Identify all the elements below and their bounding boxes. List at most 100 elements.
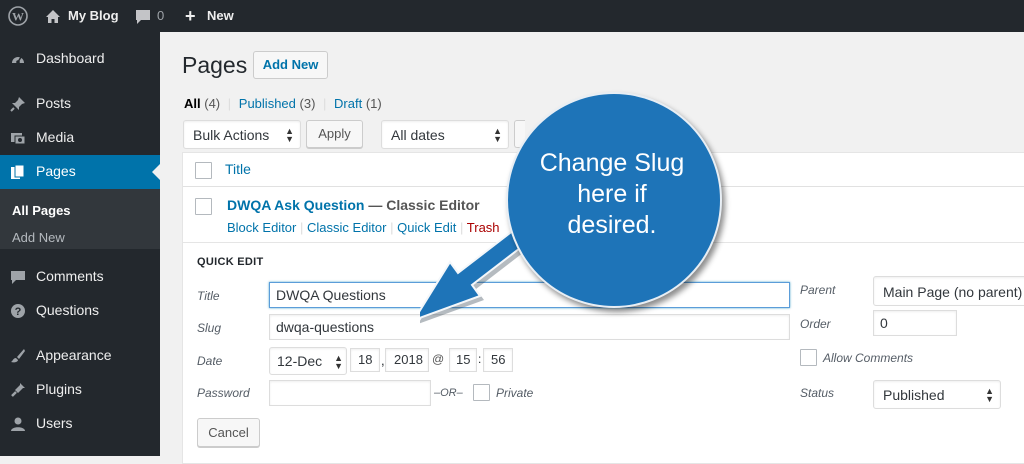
page-title: Pages xyxy=(182,52,248,78)
sidebar-item-plugins[interactable]: Plugins xyxy=(0,373,160,407)
order-value: 0 xyxy=(880,315,888,331)
apply-button[interactable]: Apply xyxy=(306,120,363,148)
action-separator: | xyxy=(300,220,304,235)
callout-text: Change Slug here if desired. xyxy=(506,148,718,241)
sidebar-item-media[interactable]: Media xyxy=(0,121,160,155)
quick-edit-heading: QUICK EDIT xyxy=(197,256,264,268)
password-label: Password xyxy=(197,386,250,400)
svg-text:W: W xyxy=(12,10,24,24)
status-value: Published xyxy=(883,387,945,403)
time-colon: : xyxy=(478,352,482,366)
bulk-actions-select[interactable]: Bulk Actions ▲ ▼ xyxy=(183,120,301,149)
slug-input-value: dwqa-questions xyxy=(276,319,375,335)
column-title-sort-link[interactable]: Title xyxy=(225,161,251,177)
allow-comments-checkbox[interactable] xyxy=(800,349,817,366)
status-label: Status xyxy=(800,386,835,400)
block-editor-link[interactable]: Block Editor xyxy=(227,220,296,235)
callout-line: desired. xyxy=(567,211,657,239)
order-input[interactable]: 0 xyxy=(873,310,957,336)
wordpress-logo-icon[interactable]: W xyxy=(8,0,28,32)
sidebar-item-pages[interactable]: Pages xyxy=(0,155,160,189)
parent-label: Parent xyxy=(800,283,836,297)
status-filter-links: All (4) | Published (3) | Draft (1) xyxy=(184,96,382,111)
allow-comments-label: Allow Comments xyxy=(823,351,914,365)
year-value: 2018 xyxy=(394,352,423,367)
home-icon[interactable] xyxy=(45,0,61,32)
row-checkbox[interactable] xyxy=(195,198,212,215)
day-input[interactable]: 18 xyxy=(350,348,380,372)
date-label: Date xyxy=(197,354,223,368)
minute-value: 56 xyxy=(491,352,506,367)
filter-separator: | xyxy=(323,96,327,111)
comment-bubble-icon xyxy=(10,269,26,285)
page-title-link[interactable]: DWQA Ask Question xyxy=(227,197,364,213)
paintbrush-icon xyxy=(10,348,26,364)
select-arrows-icon: ▲ ▼ xyxy=(285,126,294,144)
action-separator: | xyxy=(390,220,394,235)
sidebar-item-users[interactable]: Users xyxy=(0,407,160,441)
sidebar-item-appearance[interactable]: Appearance xyxy=(0,339,160,373)
date-filter-select[interactable]: All dates ▲ ▼ xyxy=(381,120,509,149)
password-input[interactable] xyxy=(269,380,431,406)
filter-separator: | xyxy=(227,96,232,111)
comments-count[interactable]: 0 xyxy=(157,0,164,32)
sidebar-item-questions[interactable]: ? Questions xyxy=(0,294,160,328)
sidebar-item-label: Appearance xyxy=(36,347,112,363)
select-all-checkbox[interactable] xyxy=(195,162,212,179)
status-select[interactable]: Published ▲ ▼ xyxy=(873,380,1001,409)
plug-icon xyxy=(10,382,26,398)
select-arrows-icon: ▲ ▼ xyxy=(334,353,343,371)
dashboard-gauge-icon xyxy=(10,51,26,67)
site-name-link[interactable]: My Blog xyxy=(68,0,119,32)
admin-bar: W My Blog 0 + New xyxy=(0,0,1024,32)
classic-editor-link[interactable]: Classic Editor xyxy=(307,220,386,235)
order-label: Order xyxy=(800,317,831,331)
parent-select[interactable]: Main Page (no parent) xyxy=(873,276,1024,306)
minute-input[interactable]: 56 xyxy=(483,348,513,372)
filter-all[interactable]: All xyxy=(184,96,201,111)
sidebar-item-label: Media xyxy=(36,129,75,145)
plus-icon[interactable]: + xyxy=(185,0,196,32)
sidebar-item-label: Plugins xyxy=(36,381,82,397)
parent-value: Main Page (no parent) xyxy=(883,284,1023,300)
svg-text:?: ? xyxy=(15,306,22,318)
add-new-button[interactable]: Add New xyxy=(253,51,328,79)
filter-draft-count: (1) xyxy=(365,96,382,111)
cancel-button[interactable]: Cancel xyxy=(197,418,260,447)
hour-input[interactable]: 15 xyxy=(449,348,477,372)
pages-icon xyxy=(10,164,26,180)
sidebar-item-label: Posts xyxy=(36,95,72,111)
filter-all-count: (4) xyxy=(204,96,221,111)
callout-line: here if xyxy=(577,180,647,208)
filter-published[interactable]: Published xyxy=(239,96,296,111)
private-label: Private xyxy=(496,386,534,400)
comment-bubble-icon[interactable] xyxy=(135,0,151,32)
title-input-value: DWQA Questions xyxy=(276,287,386,303)
pushpin-icon xyxy=(10,96,26,112)
date-filter-value: All dates xyxy=(391,127,445,143)
title-label: Title xyxy=(197,289,220,303)
select-arrows-icon: ▲ ▼ xyxy=(493,126,502,144)
sidebar-item-label: Dashboard xyxy=(36,50,105,66)
submenu-item-add-new[interactable]: Add New xyxy=(12,230,65,245)
or-separator: –OR– xyxy=(434,387,463,399)
date-at: @ xyxy=(432,352,445,366)
private-checkbox[interactable] xyxy=(473,384,490,401)
year-input[interactable]: 2018 xyxy=(385,348,429,372)
filter-draft[interactable]: Draft xyxy=(334,96,362,111)
submenu-item-all-pages[interactable]: All Pages xyxy=(12,203,71,218)
callout-line: Change Slug xyxy=(539,149,685,177)
filter-published-count: (3) xyxy=(299,96,316,111)
day-value: 18 xyxy=(358,352,373,367)
new-content-link[interactable]: New xyxy=(207,0,234,32)
sidebar-item-label: Pages xyxy=(36,163,76,179)
sidebar-item-comments[interactable]: Comments xyxy=(0,260,160,294)
hour-value: 15 xyxy=(456,352,471,367)
sidebar-item-dashboard[interactable]: Dashboard xyxy=(0,42,160,76)
sidebar-item-posts[interactable]: Posts xyxy=(0,87,160,121)
slug-label: Slug xyxy=(197,321,222,335)
bulk-actions-value: Bulk Actions xyxy=(193,127,270,143)
question-icon: ? xyxy=(10,303,26,319)
media-camera-icon xyxy=(10,130,26,146)
month-select[interactable]: 12-Dec ▲ ▼ xyxy=(269,347,347,375)
